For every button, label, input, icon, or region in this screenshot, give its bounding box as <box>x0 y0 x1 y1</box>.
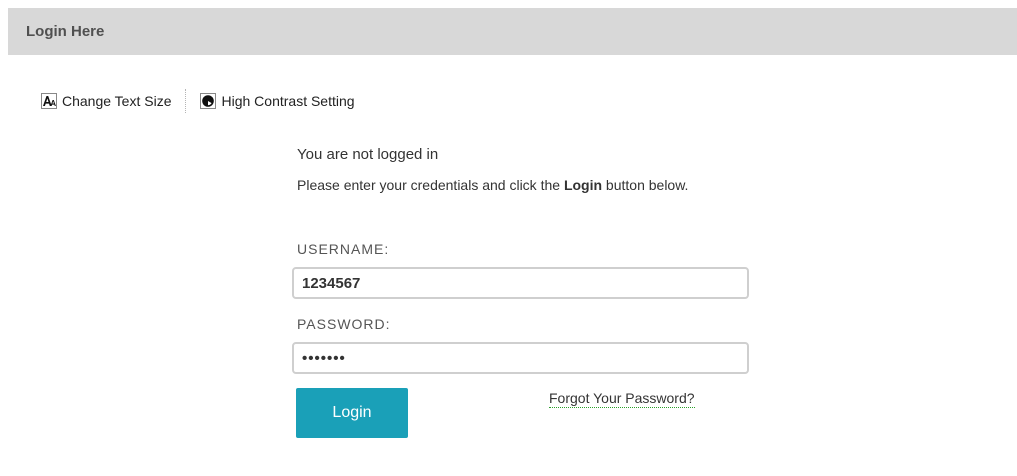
page-title: Login Here <box>26 23 105 40</box>
password-field[interactable] <box>292 342 749 374</box>
contrast-icon <box>200 93 217 109</box>
high-contrast-button[interactable]: High Contrast Setting <box>200 93 355 109</box>
login-button[interactable]: Login <box>296 388 408 438</box>
accessibility-toolbar: Change Text Size High Contrast Setting <box>41 89 355 113</box>
instructions-bold: Login <box>563 177 603 193</box>
password-label: PASSWORD: <box>297 316 391 332</box>
username-field[interactable] <box>292 267 749 299</box>
high-contrast-label: High Contrast Setting <box>221 93 355 109</box>
instructions-suffix: button below. <box>602 177 689 193</box>
forgot-password-link[interactable]: Forgot Your Password? <box>549 390 695 408</box>
login-page: Login Here Change Text Size High Contras… <box>0 0 1017 476</box>
toolbar-divider <box>185 89 187 113</box>
header-bar: Login Here <box>8 8 1017 55</box>
username-label: USERNAME: <box>297 241 390 257</box>
instructions-prefix: Please enter your credentials and click … <box>297 177 564 193</box>
text-size-icon <box>41 93 57 109</box>
change-text-size-label: Change Text Size <box>62 93 172 109</box>
login-status-text: You are not logged in <box>297 146 439 163</box>
change-text-size-button[interactable]: Change Text Size <box>41 93 171 109</box>
login-instructions: Please enter your credentials and click … <box>297 175 697 195</box>
